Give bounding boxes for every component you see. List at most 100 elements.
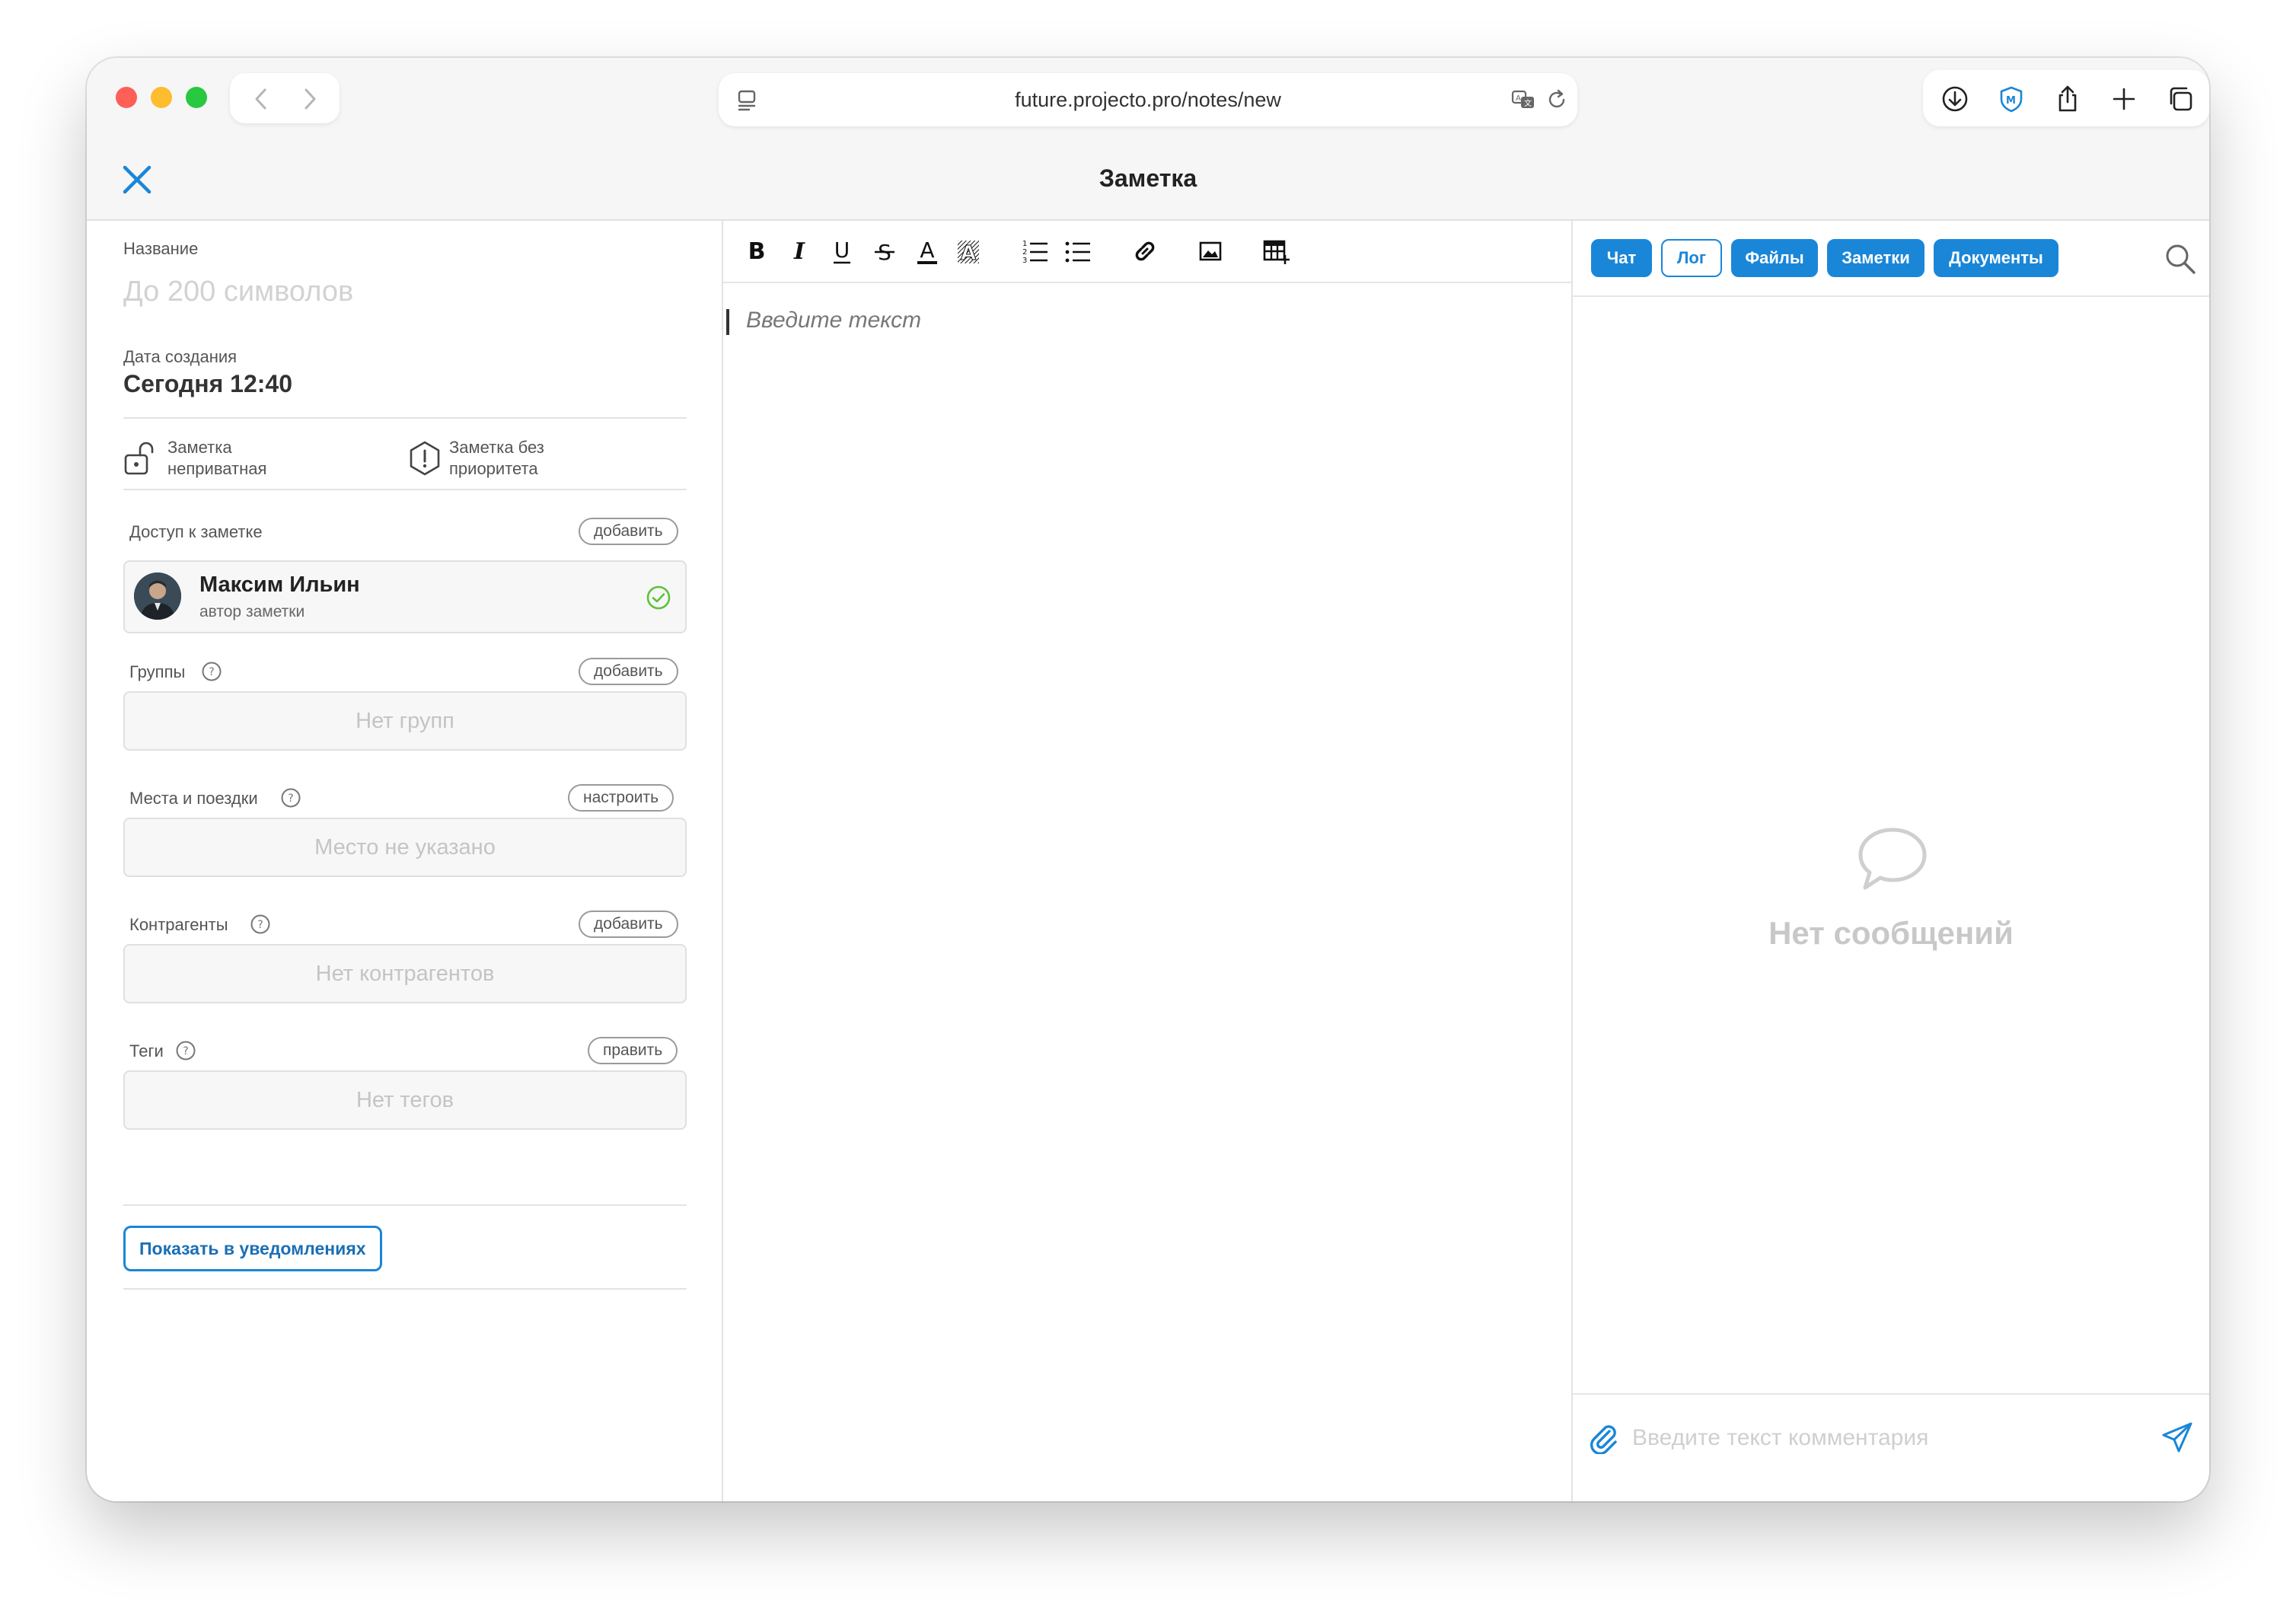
note-properties-panel: Название До 200 символов Дата создания С… (87, 221, 723, 1501)
ordered-list-icon: 123 (1022, 240, 1048, 265)
privacy-line1: Заметка (167, 438, 232, 457)
tab-notes[interactable]: Заметки (1827, 239, 1924, 277)
insert-table-button[interactable] (1261, 236, 1291, 266)
attach-button[interactable] (1586, 1421, 1620, 1455)
navigation-controls (230, 73, 340, 123)
svg-text:A: A (920, 238, 934, 263)
access-user-name: Максим Ильин (199, 572, 360, 597)
browser-actions: M (1923, 70, 2209, 126)
browser-window: future.projecto.pro/notes/new A文 M Замет… (87, 58, 2209, 1501)
forward-button[interactable] (294, 84, 324, 114)
close-window-button[interactable] (116, 87, 137, 108)
svg-text:2: 2 (1022, 248, 1027, 257)
priority-line2: приоритета (449, 459, 538, 478)
strikethrough-button[interactable]: S (869, 236, 900, 266)
tab-documents[interactable]: Документы (1934, 239, 2058, 277)
paperclip-icon (1590, 1425, 1617, 1455)
created-value: Сегодня 12:40 (123, 370, 292, 397)
search-icon (2166, 244, 2196, 274)
text-cursor (726, 309, 729, 335)
divider (123, 1204, 687, 1206)
svg-text:?: ? (257, 919, 263, 931)
back-button[interactable] (247, 84, 277, 114)
svg-text:B: B (748, 238, 766, 265)
priority-line1: Заметка без (449, 438, 544, 457)
counterparties-empty-box: Нет контрагентов (123, 944, 687, 1003)
minimize-window-button[interactable] (151, 87, 172, 108)
empty-messages-text: Нет сообщений (1768, 915, 2014, 951)
unlock-icon (123, 440, 157, 477)
divider (1573, 1393, 2209, 1395)
chevron-left-icon (255, 88, 266, 110)
groups-label: Группы (129, 662, 186, 681)
tab-files[interactable]: Файлы (1731, 239, 1818, 277)
edit-tags-button[interactable]: править (588, 1037, 678, 1064)
priority-hexagon-icon (407, 440, 443, 477)
tab-log[interactable]: Лог (1661, 239, 1722, 277)
bold-button[interactable]: B (741, 236, 772, 266)
places-label: Места и поездки (129, 789, 258, 808)
text-color-icon: A (917, 238, 937, 264)
downloads-button[interactable] (1940, 84, 1970, 114)
bullet-list-icon (1065, 241, 1090, 263)
created-label: Дата создания (123, 347, 238, 366)
svg-text:A: A (961, 242, 976, 265)
privacy-toggle[interactable]: Заметка неприватная (123, 434, 375, 483)
editor-input[interactable]: Введите текст (746, 308, 921, 333)
image-button[interactable] (1195, 236, 1226, 266)
download-icon (1942, 86, 1968, 112)
chat-bubble-icon (1858, 827, 1928, 891)
svg-text:?: ? (288, 793, 293, 805)
text-color-button[interactable]: A (912, 236, 942, 266)
app-header: Заметка (87, 137, 2209, 221)
name-input[interactable]: До 200 символов (123, 276, 353, 308)
highlight-icon: A (958, 241, 979, 266)
browser-toolbar: future.projecto.pro/notes/new A文 M (87, 58, 2209, 137)
address-bar[interactable]: future.projecto.pro/notes/new A文 (719, 73, 1577, 126)
new-tab-button[interactable] (2109, 84, 2139, 114)
add-access-button[interactable]: добавить (579, 518, 678, 545)
help-icon[interactable]: ? (201, 661, 222, 682)
chevron-right-icon (305, 88, 316, 110)
divider (123, 1288, 687, 1290)
share-button[interactable] (2052, 84, 2083, 114)
show-in-notifications-button[interactable]: Показать в уведомлениях (123, 1226, 382, 1271)
table-icon (1263, 240, 1290, 264)
bullet-list-button[interactable] (1063, 236, 1093, 266)
configure-places-button[interactable]: настроить (568, 784, 674, 812)
url-text: future.projecto.pro/notes/new (1015, 88, 1281, 111)
page-title: Заметка (1099, 164, 1197, 192)
tags-label: Теги (129, 1041, 164, 1060)
comment-input[interactable]: Введите текст комментария (1632, 1425, 1928, 1451)
access-label: Доступ к заметке (129, 522, 263, 541)
send-button[interactable] (2160, 1421, 2194, 1454)
underline-button[interactable]: U (827, 236, 857, 266)
svg-text:?: ? (209, 666, 214, 678)
highlight-button[interactable]: A (953, 236, 984, 266)
translate-icon[interactable]: A文 (1510, 87, 1536, 113)
help-icon[interactable]: ? (250, 914, 271, 935)
tags-empty-box: Нет тегов (123, 1070, 687, 1130)
underline-icon: U (834, 238, 850, 264)
note-editor: B I U S A A 123 Введите текст (723, 221, 1573, 1501)
svg-text:文: 文 (1524, 98, 1532, 108)
tab-overview-button[interactable] (2165, 84, 2196, 114)
search-button[interactable] (2162, 241, 2199, 277)
access-user-card[interactable]: Максим Ильин автор заметки (123, 560, 687, 633)
svg-text:A: A (1516, 94, 1521, 103)
link-button[interactable] (1130, 236, 1160, 266)
reload-icon[interactable] (1544, 87, 1570, 113)
help-icon[interactable]: ? (175, 1040, 196, 1061)
priority-toggle[interactable]: Заметка без приоритета (407, 434, 681, 483)
add-counterparty-button[interactable]: добавить (579, 911, 678, 938)
extension-button[interactable]: M (1996, 84, 2027, 114)
tabs-icon (2170, 87, 2192, 111)
zoom-window-button[interactable] (186, 87, 207, 108)
add-group-button[interactable]: добавить (579, 658, 678, 685)
help-icon[interactable]: ? (280, 787, 301, 808)
divider (123, 489, 687, 490)
tab-chat[interactable]: Чат (1591, 239, 1652, 277)
italic-button[interactable]: I (784, 236, 815, 266)
image-icon (1199, 241, 1222, 261)
ordered-list-button[interactable]: 123 (1020, 236, 1051, 266)
